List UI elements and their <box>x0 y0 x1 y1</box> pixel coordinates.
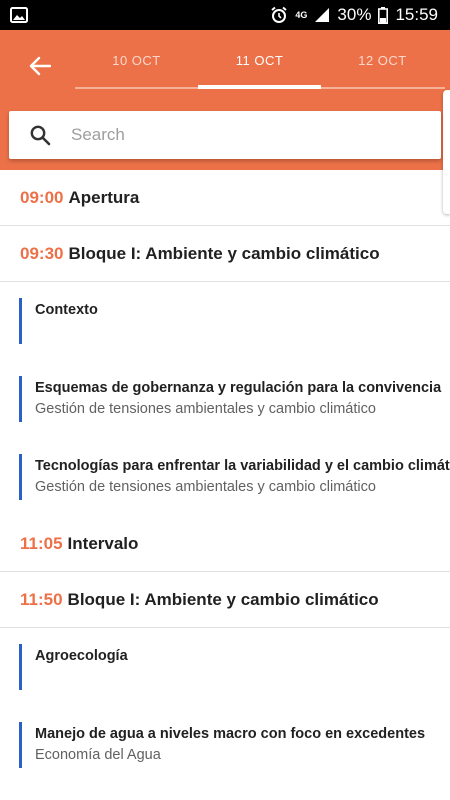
block-title: Bloque I: Ambiente y cambio climático <box>68 243 380 263</box>
session-title: Esquemas de gobernanza y regulación para… <box>35 380 442 396</box>
session-subtitle: Gestión de tensiones ambientales y cambi… <box>35 479 376 495</box>
image-notification-icon <box>10 7 28 23</box>
session-item[interactable]: Agroecología <box>0 628 450 706</box>
search-input[interactable] <box>71 125 411 145</box>
session-item[interactable]: Esquemas de gobernanza y regulación para… <box>0 360 450 438</box>
session-accent-bar <box>19 298 22 344</box>
block-time: 09:30 <box>20 243 64 263</box>
session-accent-bar <box>19 644 22 690</box>
session-title: Agroecología <box>35 648 128 664</box>
block-title: Intervalo <box>67 533 139 553</box>
session-item[interactable]: Contexto <box>0 282 450 360</box>
session-accent-bar <box>19 376 22 422</box>
session-title: Manejo de agua a niveles macro con foco … <box>35 726 426 742</box>
block-title: Apertura <box>68 187 140 207</box>
signal-icon <box>314 7 330 23</box>
schedule-list: 09:00 Apertura 09:30 Bloque I: Ambiente … <box>0 170 450 800</box>
status-clock: 15:59 <box>395 5 438 24</box>
session-item[interactable]: Manejo de agua a niveles macro con foco … <box>0 706 450 784</box>
session-accent-bar <box>19 454 22 500</box>
battery-icon <box>378 6 389 24</box>
block-title: Bloque I: Ambiente y cambio climático <box>67 589 379 609</box>
alarm-icon <box>270 6 288 24</box>
block-time: 09:00 <box>20 187 64 207</box>
status-bar: 4G 30% 15:59 <box>0 0 450 30</box>
session-accent-bar <box>19 722 22 768</box>
block-time: 11:50 <box>20 589 63 609</box>
session-title: Contexto <box>35 302 98 318</box>
session-item[interactable]: Tecnologías para enfrentar la variabilid… <box>0 438 450 516</box>
tab-10-oct[interactable]: 10 OCT <box>75 30 198 90</box>
block-time: 11:05 <box>20 533 63 553</box>
tab-11-oct[interactable]: 11 OCT <box>198 30 321 90</box>
session-subtitle: Gestión de tensiones ambientales y cambi… <box>35 401 376 417</box>
schedule-block[interactable]: 11:05 Intervalo <box>0 516 450 572</box>
schedule-block[interactable]: 09:00 Apertura <box>0 170 450 226</box>
date-tabs: 10 OCT 11 OCT 12 OCT <box>75 30 445 90</box>
schedule-block[interactable]: 11:50 Bloque I: Ambiente y cambio climát… <box>0 572 450 628</box>
search-bar <box>9 111 441 159</box>
arrow-back-icon <box>29 56 51 76</box>
back-button[interactable] <box>26 52 54 80</box>
search-icon[interactable] <box>9 124 71 146</box>
active-tab-indicator <box>198 85 321 89</box>
session-title: Tecnologías para enfrentar la variabilid… <box>35 458 450 474</box>
session-subtitle: Economía del Agua <box>35 747 161 763</box>
schedule-block[interactable]: 09:30 Bloque I: Ambiente y cambio climát… <box>0 226 450 282</box>
network-type-indicator: 4G <box>295 10 308 20</box>
battery-percentage: 30% <box>337 5 372 24</box>
tab-12-oct[interactable]: 12 OCT <box>321 30 444 90</box>
